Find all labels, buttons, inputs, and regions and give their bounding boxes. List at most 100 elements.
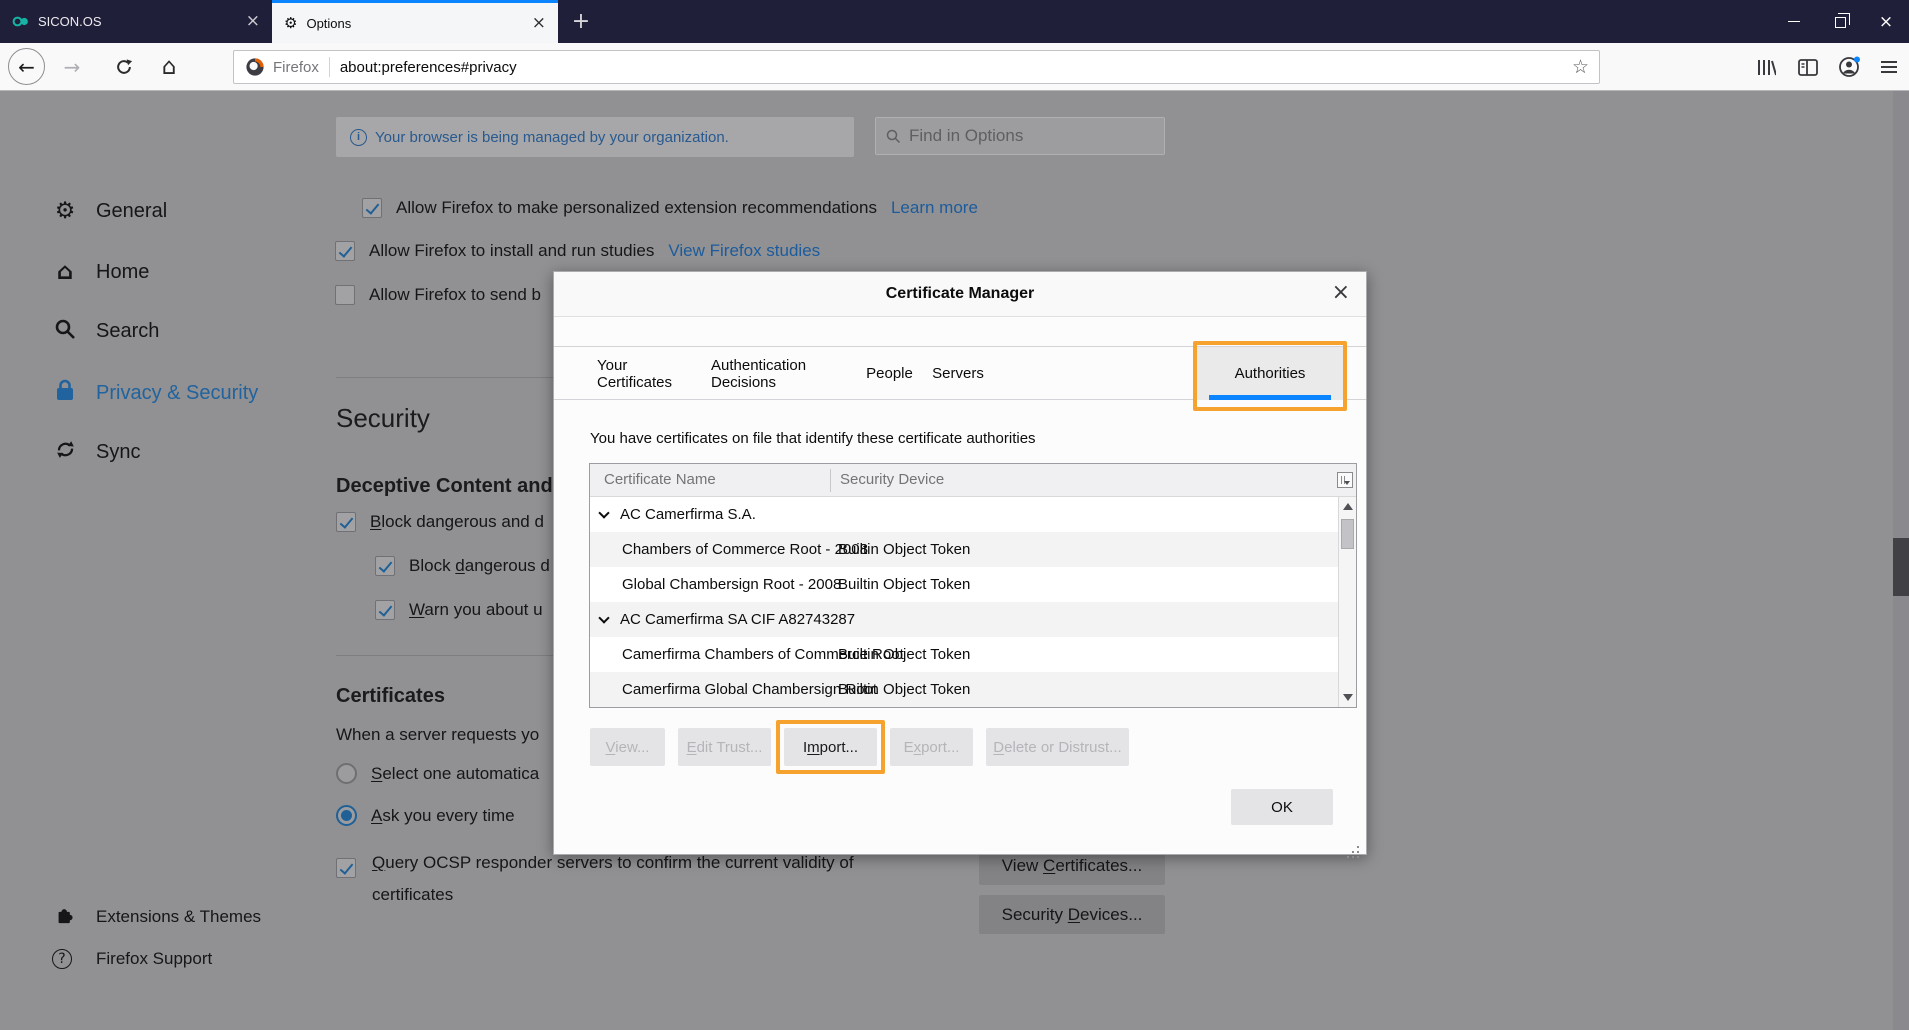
sidebar-item-label: Sync: [96, 441, 140, 464]
scroll-down-icon[interactable]: [1343, 694, 1353, 701]
block-dangerous-checkbox[interactable]: [336, 512, 356, 532]
account-button[interactable]: [1831, 43, 1867, 91]
delete-or-distrust-button[interactable]: Delete or Distrust...: [986, 728, 1129, 766]
reload-button[interactable]: [108, 43, 140, 91]
sidebar-item-privacy-security[interactable]: Privacy & Security: [52, 379, 258, 407]
ok-button[interactable]: OK: [1231, 789, 1333, 825]
recommend-extensions-checkbox[interactable]: [362, 198, 382, 218]
resize-grip[interactable]: [1357, 846, 1359, 848]
sidebar-item-general[interactable]: ⚙ General: [52, 198, 167, 224]
chevron-down-icon[interactable]: [598, 612, 609, 623]
minimize-icon: [1788, 21, 1800, 23]
sidebar-item-search[interactable]: Search: [52, 318, 159, 345]
sidebar-item-extensions-themes[interactable]: Extensions & Themes: [52, 903, 261, 930]
sidebar-item-label: Privacy & Security: [96, 382, 258, 405]
tab-title: SICON.OS: [38, 14, 102, 29]
minimize-button[interactable]: [1771, 0, 1817, 43]
tab-servers[interactable]: Servers: [932, 347, 984, 400]
warn-software-checkbox[interactable]: [375, 600, 395, 620]
block-dangerous-row: Block dangerous and d: [336, 512, 544, 532]
warn-software-row: Warn you about u: [375, 600, 543, 620]
checkbox-label: Allow Firefox to install and run studies: [369, 241, 654, 261]
new-tab-button[interactable]: +: [558, 0, 604, 43]
lock-icon: [52, 379, 78, 407]
table-row[interactable]: Chambers of Commerce Root - 2008 Builtin…: [590, 532, 1339, 567]
tab-sicon-os[interactable]: SICON.OS ×: [0, 0, 272, 43]
scrollbar-thumb[interactable]: [1341, 519, 1354, 549]
select-auto-radio[interactable]: [336, 763, 357, 784]
sidebars-icon: [1798, 59, 1818, 76]
install-studies-checkbox[interactable]: [335, 241, 355, 261]
url-input[interactable]: [340, 59, 1572, 76]
url-bar[interactable]: Firefox ☆: [233, 50, 1600, 84]
sidebars-button[interactable]: [1791, 43, 1825, 91]
back-button[interactable]: ←: [8, 48, 45, 85]
page-scrollbar-thumb[interactable]: [1893, 538, 1909, 596]
security-devices-button[interactable]: Security Devices...: [979, 895, 1165, 934]
nav-toolbar: ← → ⌂ Firefox ☆: [0, 43, 1909, 91]
ocsp-checkbox[interactable]: [336, 858, 356, 878]
deceptive-content-heading: Deceptive Content and: [336, 475, 553, 498]
learn-more-link[interactable]: Learn more: [891, 198, 978, 218]
block-downloads-row: Block dangerous d: [375, 556, 550, 576]
search-icon: [52, 318, 78, 345]
page-scrollbar[interactable]: [1893, 91, 1909, 1030]
restore-button[interactable]: [1817, 0, 1863, 43]
ocsp-row: [336, 858, 356, 878]
tab-close-icon[interactable]: ×: [246, 13, 260, 30]
chevron-down-icon[interactable]: [598, 507, 609, 518]
dialog-titlebar: Certificate Manager ×: [554, 272, 1366, 317]
section-divider: [336, 377, 554, 378]
table-row[interactable]: AC Camerfirma S.A.: [590, 497, 1339, 532]
send-checkbox[interactable]: [335, 285, 355, 305]
managed-by-org-notice[interactable]: i Your browser is being managed by your …: [336, 117, 854, 157]
library-button[interactable]: [1749, 43, 1783, 91]
sidebar-item-sync[interactable]: Sync: [52, 439, 140, 466]
export-button[interactable]: Export...: [890, 728, 973, 766]
view-studies-link[interactable]: View Firefox studies: [668, 241, 820, 261]
column-certificate-name[interactable]: Certificate Name: [604, 471, 716, 488]
close-window-button[interactable]: ×: [1863, 0, 1909, 43]
sidebar-item-firefox-support[interactable]: ? Firefox Support: [52, 949, 212, 969]
tab-your-certificates[interactable]: Your Certificates: [597, 347, 693, 400]
tab-bar: SICON.OS × ⚙ Options × + ×: [0, 0, 1909, 43]
block-downloads-checkbox[interactable]: [375, 556, 395, 576]
button-label: Security Devices...: [1002, 905, 1143, 925]
puzzle-icon: [52, 903, 78, 930]
checkbox-label: Block dangerous d: [409, 556, 550, 576]
column-divider[interactable]: [830, 469, 831, 492]
tab-authentication-decisions[interactable]: Authentication Decisions: [711, 347, 851, 400]
button-label: Edit Trust...: [687, 739, 763, 756]
menu-button[interactable]: [1872, 43, 1906, 91]
dialog-title: Certificate Manager: [886, 285, 1035, 303]
table-row[interactable]: Camerfirma Global Chambersign Root Built…: [590, 672, 1339, 707]
checkbox-label: Allow Firefox to send b: [369, 285, 541, 305]
forward-button[interactable]: →: [56, 43, 88, 91]
tab-close-icon[interactable]: ×: [532, 15, 546, 32]
sidebar-item-home[interactable]: ⌂ Home: [52, 259, 149, 285]
table-row[interactable]: AC Camerfirma SA CIF A82743287: [590, 602, 1339, 637]
find-in-options-input[interactable]: [909, 126, 1139, 146]
scroll-up-icon[interactable]: [1343, 503, 1353, 510]
table-scrollbar[interactable]: [1338, 497, 1356, 707]
import-button[interactable]: Import...: [784, 728, 877, 766]
gear-icon: ⚙: [52, 198, 78, 224]
tab-options[interactable]: ⚙ Options ×: [272, 0, 558, 43]
button-label: Export...: [904, 739, 960, 756]
home-button[interactable]: ⌂: [152, 43, 186, 91]
tab-authorities[interactable]: Authorities: [1197, 347, 1343, 400]
edit-trust-button[interactable]: Edit Trust...: [678, 728, 771, 766]
ask-every-time-radio[interactable]: [336, 805, 357, 826]
column-picker-icon[interactable]: [1337, 472, 1353, 488]
column-security-device[interactable]: Security Device: [840, 471, 944, 488]
bookmark-star-icon[interactable]: ☆: [1572, 56, 1589, 78]
reload-icon: [115, 58, 133, 76]
select-auto-row: Select one automatica: [336, 763, 539, 784]
dialog-close-icon[interactable]: ×: [1332, 280, 1350, 305]
table-row[interactable]: Global Chambersign Root - 2008 Builtin O…: [590, 567, 1339, 602]
view-button[interactable]: View...: [590, 728, 665, 766]
find-in-options[interactable]: [875, 117, 1165, 155]
managed-notice-text[interactable]: Your browser is being managed by your or…: [375, 129, 729, 146]
table-row[interactable]: Camerfirma Chambers of Commerce Root Bui…: [590, 637, 1339, 672]
tab-people[interactable]: People: [865, 347, 914, 400]
